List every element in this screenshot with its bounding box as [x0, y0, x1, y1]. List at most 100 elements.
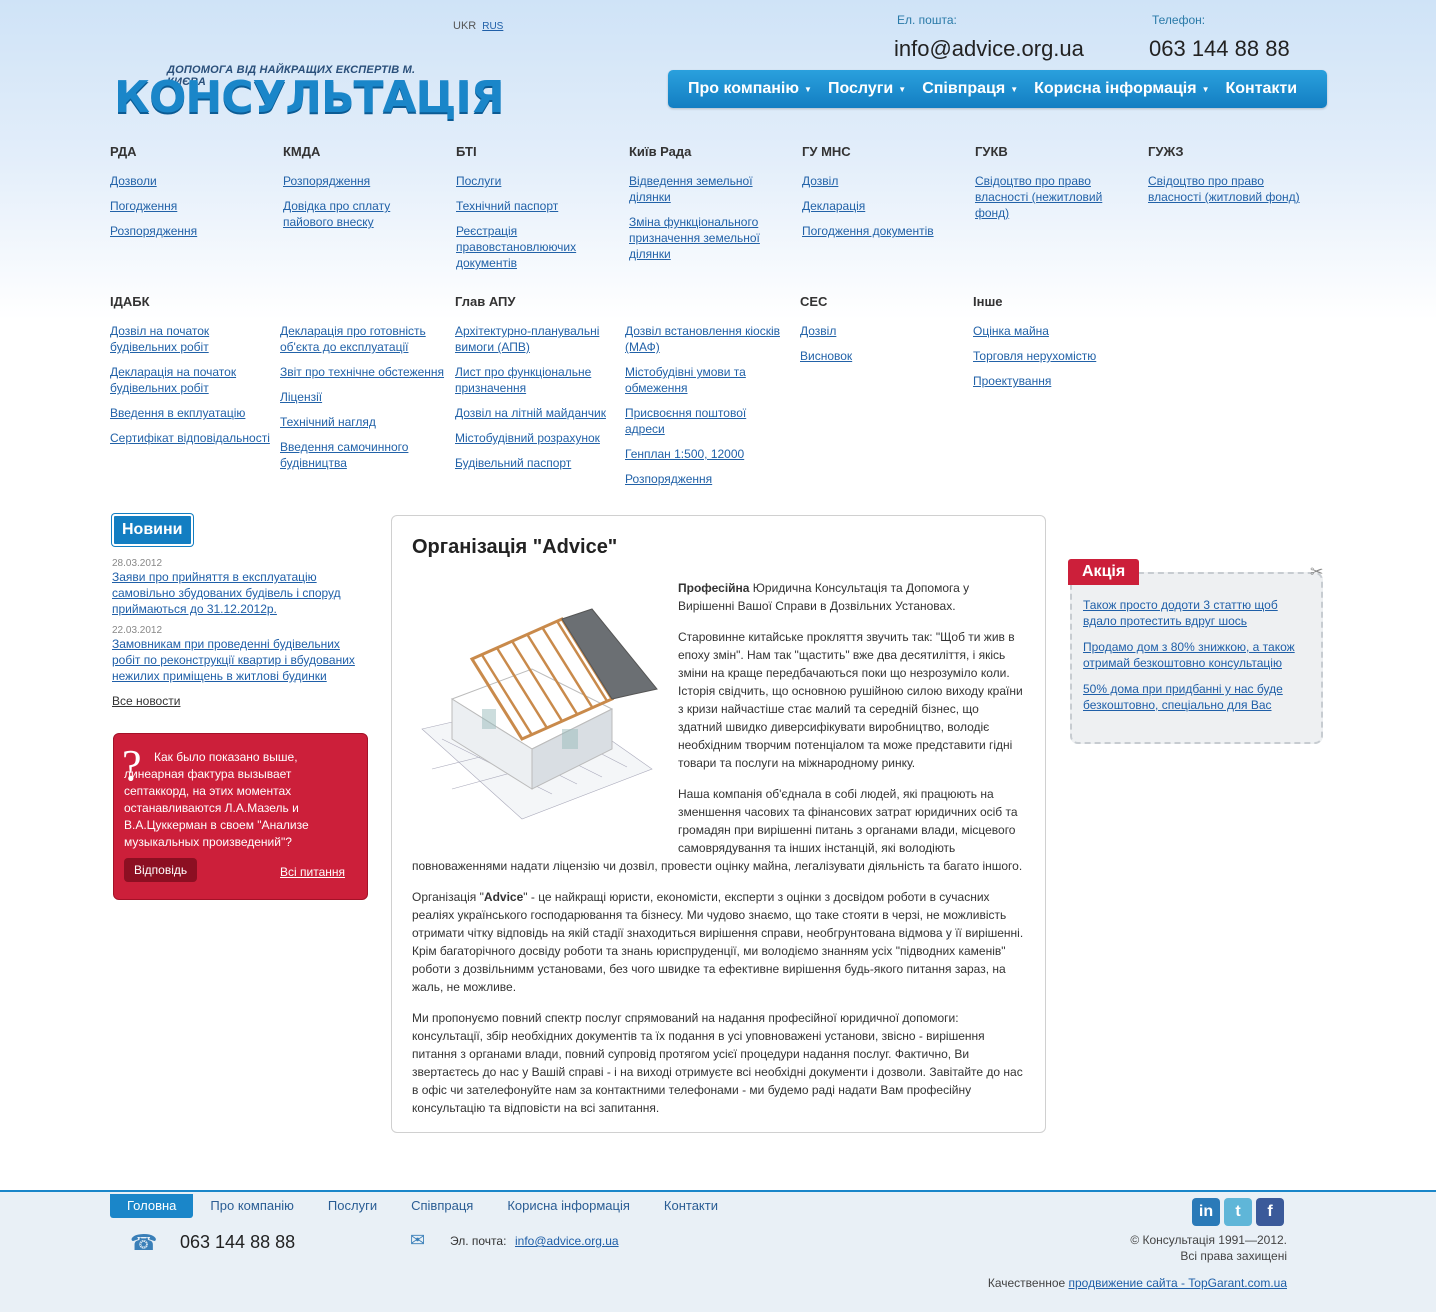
column-title: РДА: [110, 144, 137, 159]
footer-nav-useful-info[interactable]: Корисна інформація: [490, 1194, 647, 1218]
directory-link[interactable]: Свідоцтво про право власності (житловий …: [1148, 173, 1318, 205]
footer-nav-about[interactable]: Про компанію: [193, 1194, 311, 1218]
scissors-icon: ✂: [1310, 564, 1324, 581]
directory-link[interactable]: Декларація: [802, 198, 967, 214]
directory-link[interactable]: Введення самочинного будівництва: [280, 439, 445, 471]
house-illustration: [412, 589, 664, 834]
nav-services[interactable]: Послуги ▼: [828, 80, 906, 98]
directory-link[interactable]: Містобудівні умови та обмеження: [625, 364, 785, 396]
language-switcher: UKR RUS: [453, 20, 503, 32]
faq-box: ? Как было показано выше, линеарная факт…: [113, 733, 368, 900]
directory-link[interactable]: Звіт про технічне обстеження: [280, 364, 445, 380]
column-title: КМДА: [283, 144, 321, 159]
directory-column: РДА Дозволи Погодження Розпорядження: [110, 144, 275, 248]
directory-link[interactable]: Розпорядження: [283, 173, 433, 189]
twitter-icon[interactable]: t: [1224, 1198, 1252, 1226]
directory-column: ГУЖЗ Свідоцтво про право власності (житл…: [1148, 144, 1318, 214]
footer: Головна Про компанію Послуги Співпраця К…: [0, 1190, 1436, 1312]
promo-link[interactable]: 50% дома при придбанні у нас буде безкош…: [1083, 681, 1308, 713]
directory-link[interactable]: Архітектурно-планувальні вимоги (АПВ): [455, 323, 615, 355]
lang-rus-link[interactable]: RUS: [482, 21, 503, 32]
chevron-down-icon: ▼: [898, 84, 907, 94]
seo-credit: Качественное продвижение сайта - TopGara…: [987, 1276, 1288, 1290]
all-questions-link[interactable]: Всі питання: [280, 865, 345, 879]
directory-link[interactable]: Дозвіл: [802, 173, 967, 189]
directory-link[interactable]: Дозвіл на літній майданчик: [455, 405, 615, 421]
directory-link[interactable]: Дозвіл: [800, 323, 965, 339]
promo-heading: Акція: [1068, 559, 1140, 585]
copyright: © Консультація 1991—2012. Всі права захи…: [1130, 1233, 1287, 1263]
all-news-link[interactable]: Все новости: [112, 694, 368, 708]
directory-link[interactable]: Висновок: [800, 348, 965, 364]
directory-link[interactable]: Декларація про готовність об'єкта до екс…: [280, 323, 445, 355]
news-link[interactable]: Заяви про прийняття в експлуатацію самов…: [112, 569, 368, 617]
directory-column: Київ Рада Відведення земельної ділянки З…: [629, 144, 779, 271]
directory-link[interactable]: Погодження: [110, 198, 275, 214]
directory-link[interactable]: Ліцензії: [280, 389, 445, 405]
directory-link[interactable]: Лист про функціональне призначення: [455, 364, 615, 396]
column-title: ГУКВ: [975, 144, 1008, 159]
directory-link[interactable]: Технічний нагляд: [280, 414, 445, 430]
facebook-icon[interactable]: f: [1256, 1198, 1284, 1226]
envelope-icon: ✉: [410, 1230, 426, 1250]
directory-link[interactable]: Розпорядження: [110, 223, 275, 239]
directory-link[interactable]: Сертифікат відповідальності: [110, 430, 270, 446]
directory-link[interactable]: Довідка про сплату пайового внеску: [283, 198, 433, 230]
directory-link[interactable]: Дозвіл встановлення кіосків (МАФ): [625, 323, 785, 355]
answer-button[interactable]: Відповідь: [124, 858, 198, 882]
directory-link[interactable]: Відведення земельної ділянки: [629, 173, 779, 205]
chevron-down-icon: ▼: [1201, 84, 1210, 94]
column-title: БТІ: [456, 144, 477, 159]
column-title: Київ Рада: [629, 144, 692, 159]
column-title: [625, 294, 785, 310]
footer-nav-services[interactable]: Послуги: [311, 1194, 394, 1218]
logo-wordmark: КОНСУЛЬТАЦІЯ: [114, 72, 505, 123]
directory-link[interactable]: Свідоцтво про право власності (нежитлови…: [975, 173, 1125, 221]
linkedin-icon[interactable]: in: [1192, 1198, 1220, 1226]
nav-cooperation[interactable]: Співпраця ▼: [922, 80, 1018, 98]
nav-about[interactable]: Про компанію ▼: [688, 80, 812, 98]
directory-column: ІДАБК Дозвіл на початок будівельних робі…: [110, 294, 270, 455]
directory-link[interactable]: Дозволи: [110, 173, 275, 189]
footer-nav-home[interactable]: Головна: [110, 1194, 194, 1218]
directory-link[interactable]: Технічний паспорт: [456, 198, 601, 214]
directory-column: Дозвіл встановлення кіосків (МАФ) Містоб…: [625, 294, 785, 496]
nav-useful-info[interactable]: Корисна інформація ▼: [1034, 80, 1209, 98]
directory-link[interactable]: Дозвіл на початок будівельних робіт: [110, 323, 270, 355]
chevron-down-icon: ▼: [1010, 84, 1019, 94]
column-title: Інше: [973, 294, 1003, 309]
footer-navigation: Головна Про компанію Послуги Співпраця К…: [110, 1194, 735, 1218]
nav-contacts[interactable]: Контакти: [1225, 80, 1297, 98]
footer-nav-cooperation[interactable]: Співпраця: [394, 1194, 490, 1218]
column-title: СЕС: [800, 294, 828, 309]
directory-column: БТІ Послуги Технічний паспорт Реєстрація…: [456, 144, 601, 280]
directory-link[interactable]: Декларація на початок будівельних робіт: [110, 364, 270, 396]
directory-link[interactable]: Проектування: [973, 373, 1138, 389]
directory-link[interactable]: Торговля нерухомістю: [973, 348, 1138, 364]
site-logo[interactable]: ДОПОМОГА ВІД НАЙКРАЩИХ ЕКСПЕРТІВ М. КИЄВ…: [112, 60, 505, 123]
directory-link[interactable]: Генплан 1:500, 12000: [625, 446, 785, 462]
directory-link[interactable]: Реєстрація правовстановлюючих документів: [456, 223, 601, 271]
directory-link[interactable]: Введення в екплуатацію: [110, 405, 270, 421]
header-phone: 063 144 88 88: [1149, 36, 1290, 61]
promo-link[interactable]: Продамо дом з 80% знижкою, а також отрим…: [1083, 639, 1308, 671]
directory-link[interactable]: Погодження документів: [802, 223, 967, 239]
directory-link[interactable]: Присвоєння поштової адреси: [625, 405, 785, 437]
seo-credit-link[interactable]: продвижение сайта - TopGarant.com.ua: [1069, 1276, 1288, 1290]
lang-current: UKR: [453, 20, 477, 32]
footer-email-link[interactable]: info@advice.org.ua: [515, 1234, 619, 1248]
promo-link[interactable]: Також просто додоти 3 статтю щоб вдало п…: [1083, 597, 1308, 629]
faq-question: Как было показано выше, линеарная фактур…: [124, 750, 309, 849]
directory-link[interactable]: Зміна функціонального призначення земель…: [629, 214, 779, 262]
directory-link[interactable]: Оцінка майна: [973, 323, 1138, 339]
directory-link[interactable]: Містобудівний розрахунок: [455, 430, 615, 446]
article-title: Організація "Advice": [412, 536, 618, 558]
directory-link[interactable]: Розпорядження: [625, 471, 785, 487]
news-link[interactable]: Замовникам при проведенні будівельних ро…: [112, 636, 368, 684]
directory-link[interactable]: Будівельний паспорт: [455, 455, 615, 471]
directory-column: Інше Оцінка майна Торговля нерухомістю П…: [973, 294, 1138, 398]
directory-link[interactable]: Послуги: [456, 173, 601, 189]
footer-nav-contacts[interactable]: Контакти: [647, 1194, 735, 1218]
news-heading: Новини: [112, 514, 193, 546]
column-title: Глав АПУ: [455, 294, 516, 309]
